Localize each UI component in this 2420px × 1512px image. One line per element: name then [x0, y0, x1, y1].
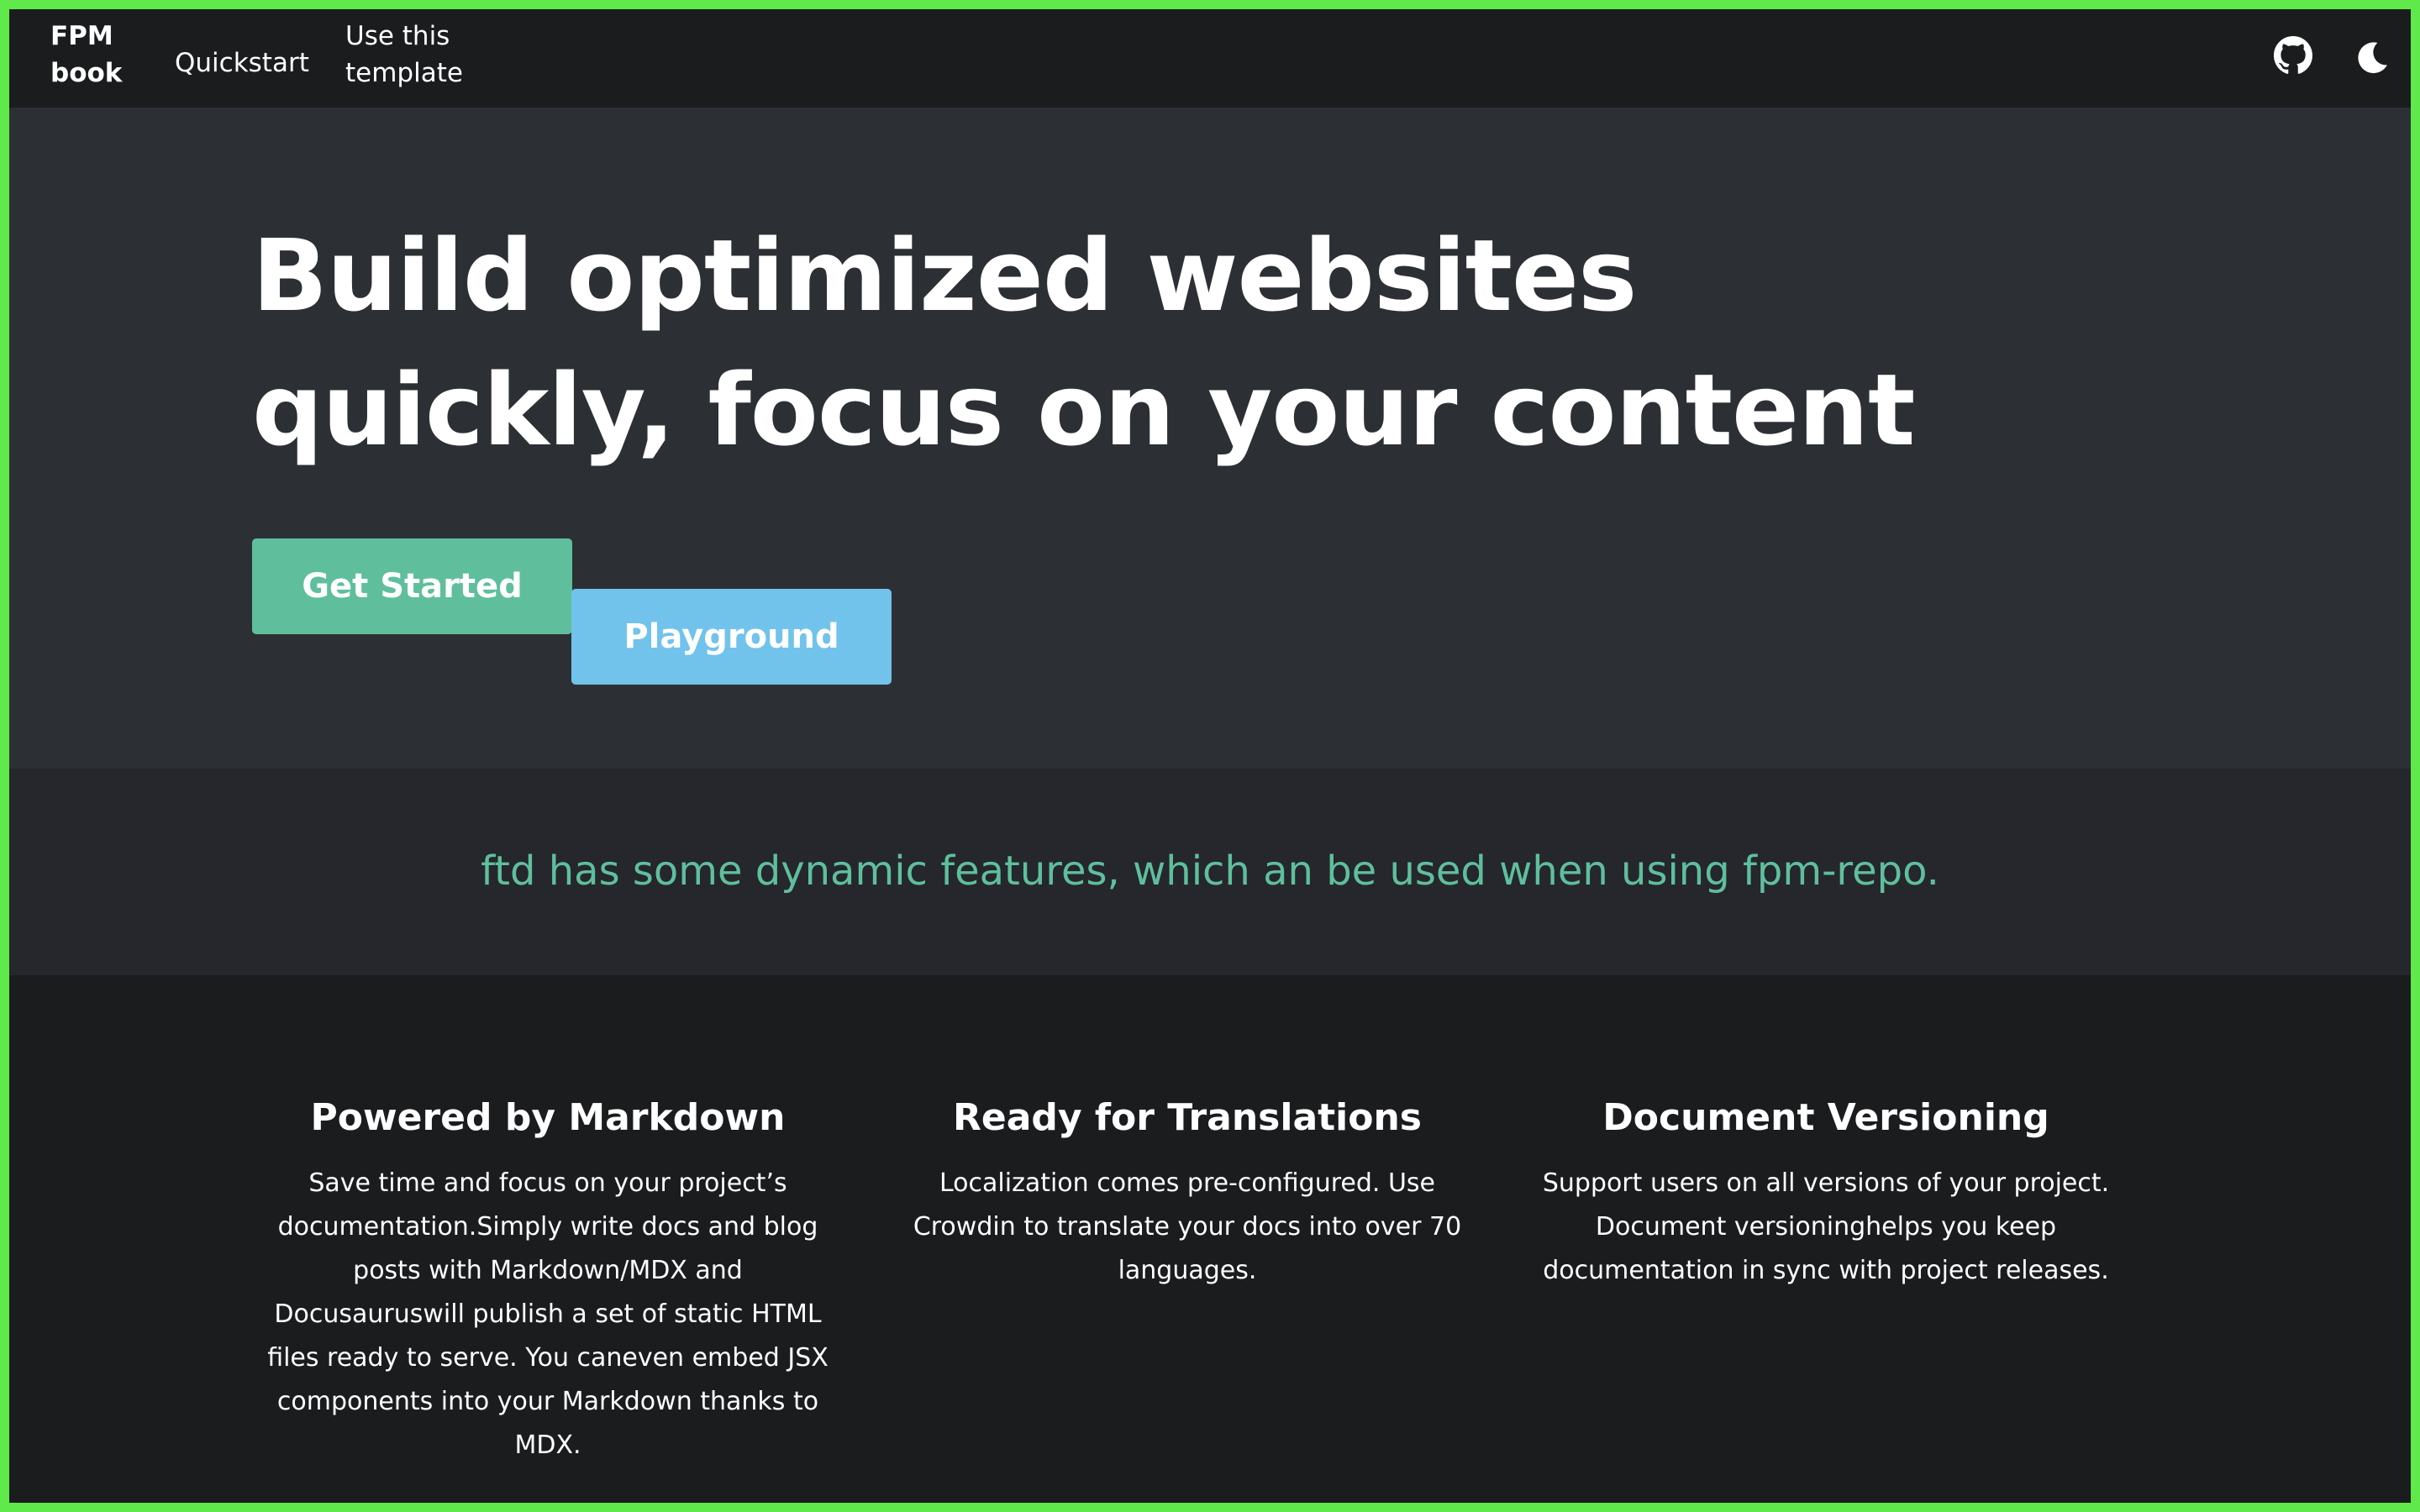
feature-description: Save time and focus on your project’s do…	[267, 1168, 829, 1460]
hero-section: Build optimized websites quickly, focus …	[9, 108, 2411, 769]
navbar: FPM book Quickstart Use this template	[9, 9, 2411, 108]
feature-versioning: Document Versioning Support users on all…	[1532, 1093, 2120, 1293]
feature-markdown: Powered by Markdown Save time and focus …	[254, 1093, 842, 1467]
feature-description: Support users on all versions of your pr…	[1542, 1168, 2110, 1285]
github-icon[interactable]	[2274, 36, 2312, 75]
info-banner: ftd has some dynamic features, which an …	[9, 769, 2411, 975]
moon-icon[interactable]	[2354, 39, 2391, 76]
nav-link-quickstart[interactable]: Quickstart	[175, 45, 309, 81]
feature-title: Ready for Translations	[952, 1096, 1422, 1139]
feature-title: Powered by Markdown	[310, 1096, 786, 1139]
feature-description: Localization comes pre-configured. Use C…	[913, 1168, 1462, 1285]
page-frame: FPM book Quickstart Use this template Bu…	[9, 9, 2411, 1503]
nav-link-use-template[interactable]: Use this template	[345, 18, 488, 92]
feature-translations: Ready for Translations Localization come…	[893, 1093, 1481, 1293]
banner-text: ftd has some dynamic features, which an …	[481, 848, 1939, 895]
get-started-button[interactable]: Get Started	[252, 538, 572, 634]
playground-button[interactable]: Playground	[571, 589, 892, 685]
brand-logo[interactable]: FPM book	[50, 18, 143, 92]
feature-title: Document Versioning	[1602, 1096, 2049, 1139]
features-section: Powered by Markdown Save time and focus …	[9, 975, 2411, 1503]
hero-title: Build optimized websites quickly, focus …	[252, 218, 1915, 468]
